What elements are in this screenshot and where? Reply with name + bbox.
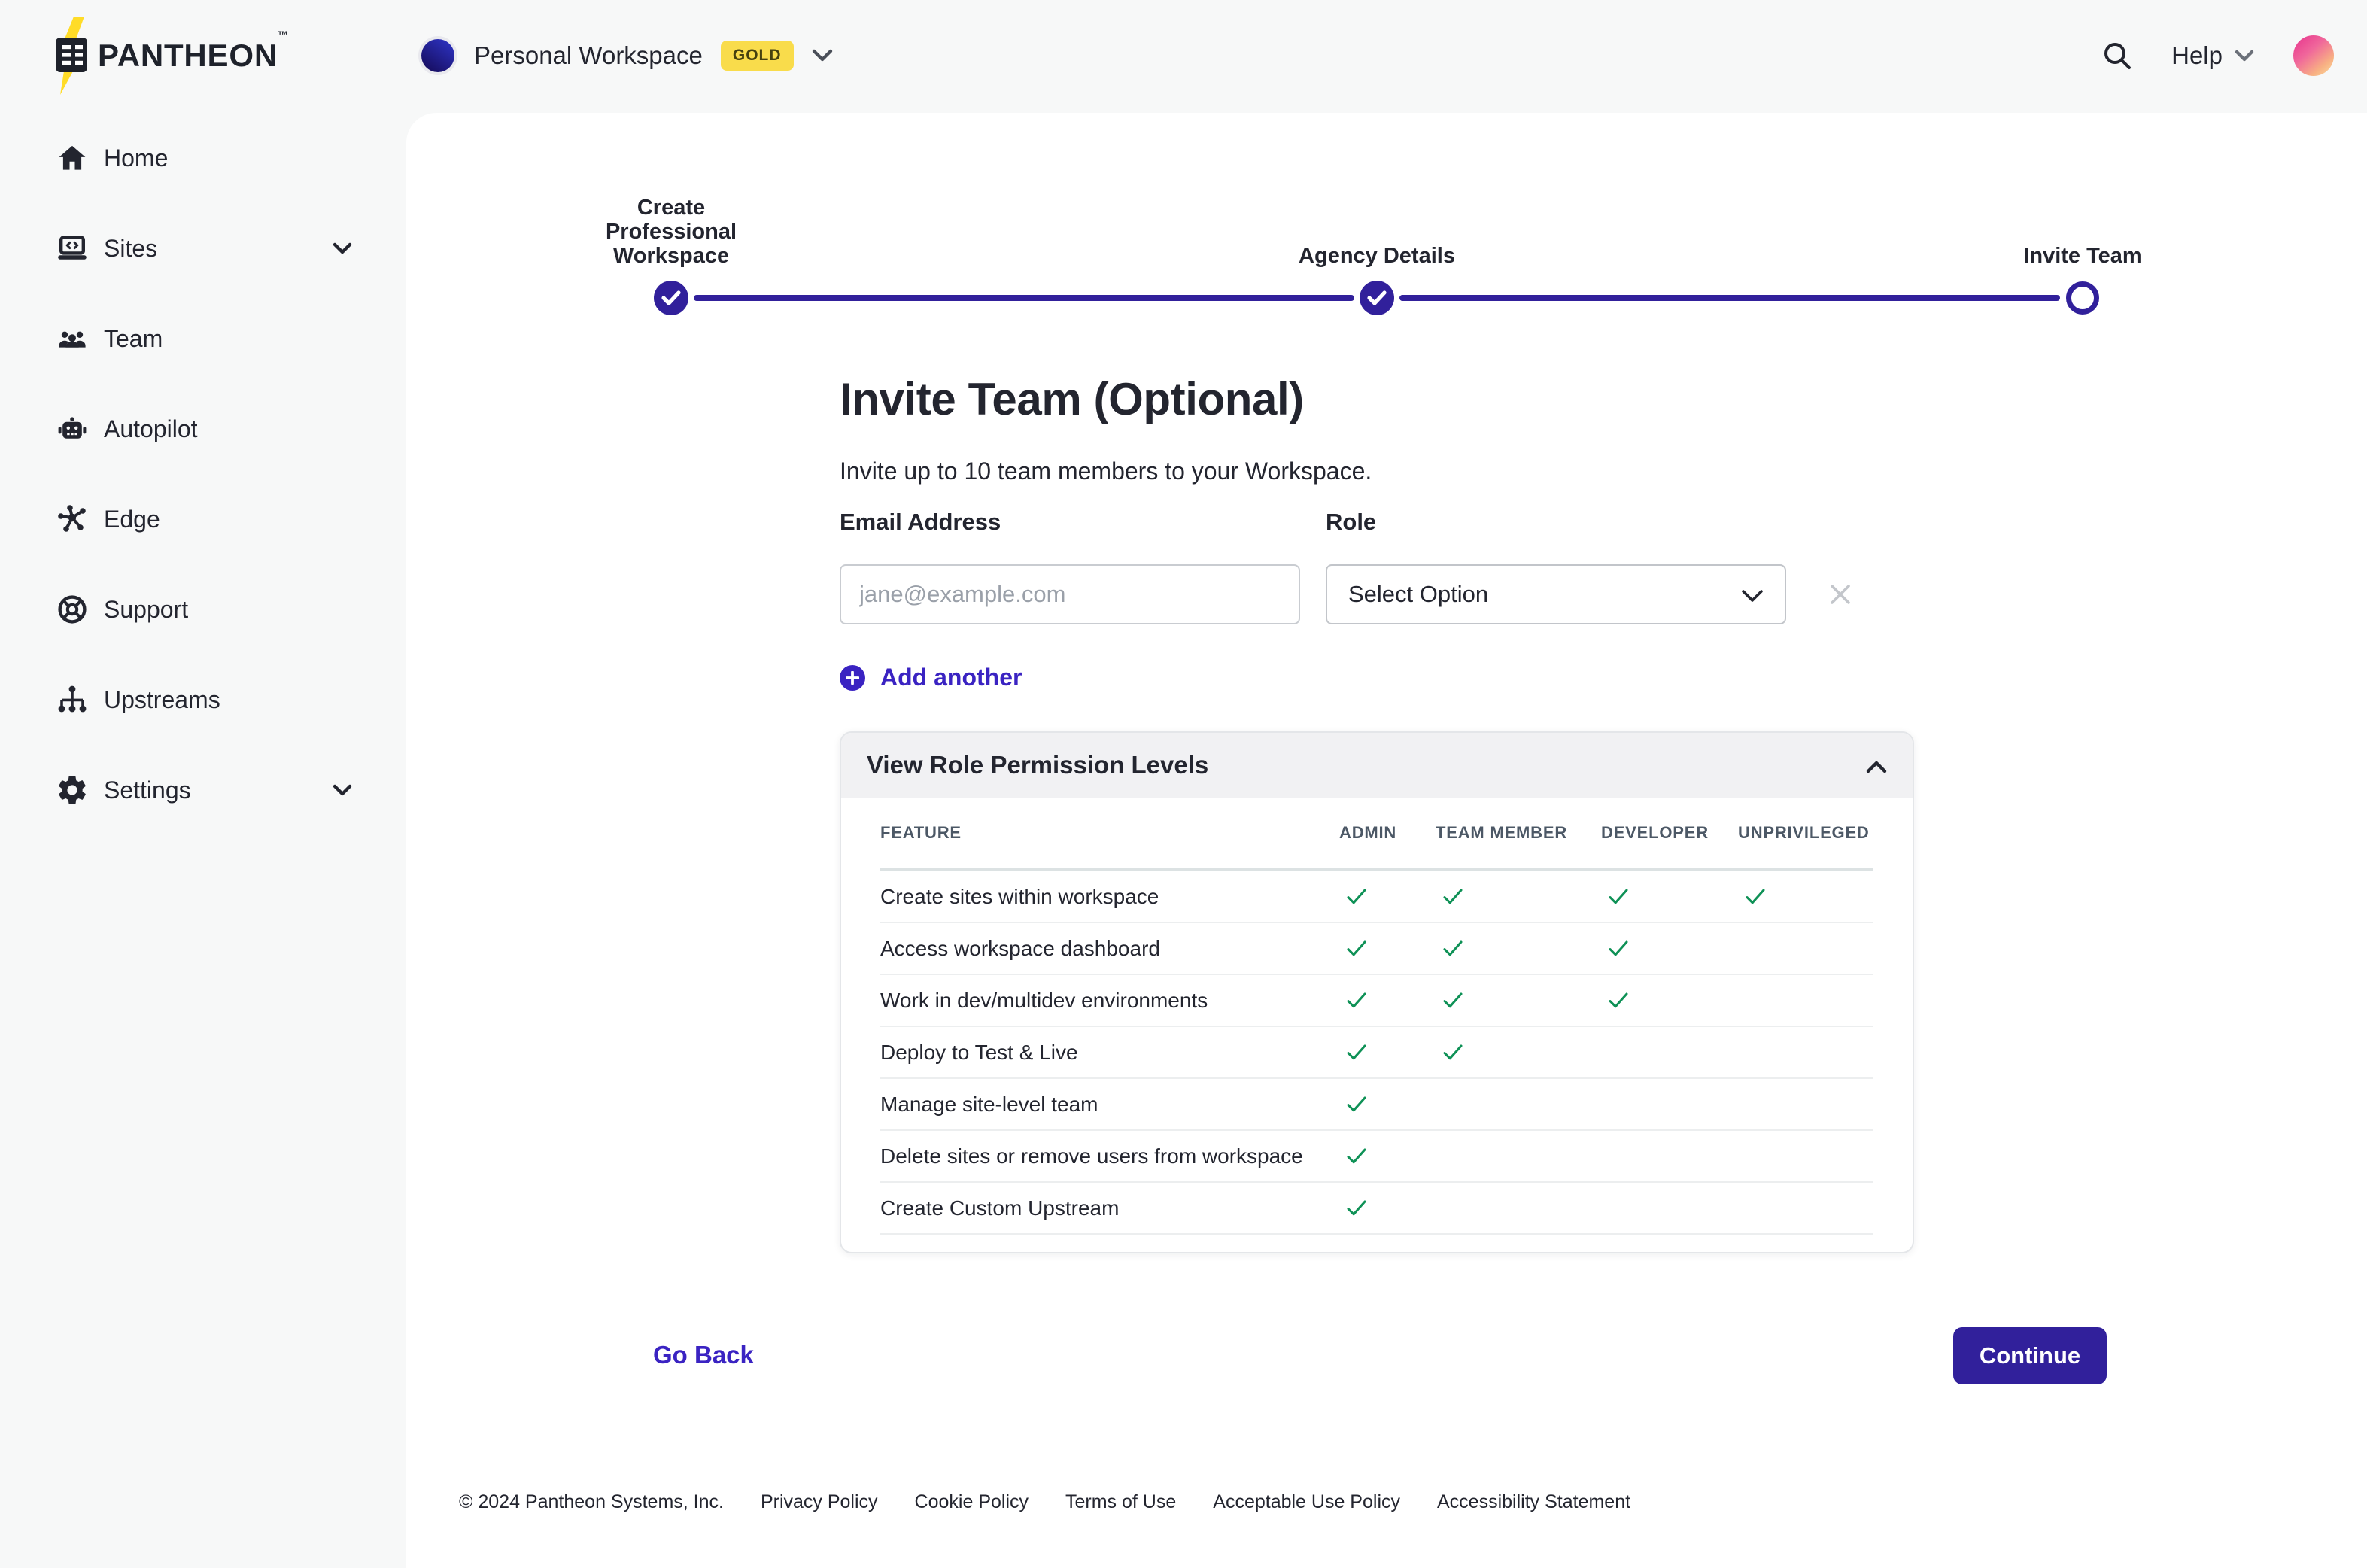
- footer-link-acceptable-use-policy[interactable]: Acceptable Use Policy: [1213, 1491, 1400, 1513]
- workspace-name: Personal Workspace: [474, 41, 703, 70]
- sidebar-item-team[interactable]: Team: [0, 293, 406, 384]
- step-1-complete-icon: [654, 281, 688, 315]
- pantheon-logo[interactable]: PANTHEON™: [50, 17, 289, 95]
- check-icon: [1436, 940, 1601, 957]
- step-label-agency-details: Agency Details: [1226, 244, 1527, 268]
- check-icon: [1339, 940, 1436, 957]
- continue-button[interactable]: Continue: [1953, 1327, 2107, 1384]
- sidebar-item-home[interactable]: Home: [0, 113, 406, 203]
- page-subtitle: Invite up to 10 team members to your Wor…: [840, 457, 1372, 485]
- check-icon: [1436, 1044, 1601, 1061]
- sidebar-item-autopilot[interactable]: Autopilot: [0, 384, 406, 474]
- edge-network-icon: [54, 501, 90, 537]
- step-label-invite-team: Invite Team: [1932, 244, 2233, 268]
- autopilot-robot-icon: [54, 411, 90, 447]
- team-icon: [54, 321, 90, 357]
- check-icon: [1738, 889, 1873, 905]
- step-2-complete-icon: [1360, 281, 1394, 315]
- sidebar-item-sites[interactable]: Sites: [0, 203, 406, 293]
- remove-row-icon[interactable]: [1822, 576, 1858, 612]
- check-icon: [1339, 1200, 1436, 1217]
- chevron-down-icon: [333, 242, 352, 254]
- workspace-tier-badge: GOLD: [721, 41, 794, 71]
- table-row: Manage site-level team: [880, 1079, 1873, 1131]
- chevron-down-icon: [2235, 50, 2254, 62]
- check-icon: [1436, 889, 1601, 905]
- stepper-line: [1399, 295, 2060, 301]
- permissions-header-row: FEATURE ADMIN TEAM MEMBER DEVELOPER UNPR…: [880, 798, 1873, 871]
- go-back-link[interactable]: Go Back: [653, 1341, 754, 1369]
- step-label-create-workspace: Create Professional Workspace: [593, 196, 749, 268]
- check-icon: [1436, 992, 1601, 1009]
- check-icon: [1339, 1044, 1436, 1061]
- sidebar: Home Sites: [0, 113, 406, 1568]
- plus-icon: [840, 665, 865, 691]
- gear-icon: [54, 772, 90, 808]
- role-label: Role: [1326, 509, 1376, 536]
- copyright-text: © 2024 Pantheon Systems, Inc.: [459, 1491, 724, 1513]
- add-another-button[interactable]: Add another: [840, 664, 1022, 691]
- workspace-switcher[interactable]: Personal Workspace GOLD: [421, 23, 833, 89]
- chevron-down-icon: [1741, 581, 1764, 609]
- check-icon: [1339, 1148, 1436, 1165]
- workspace-avatar: [421, 39, 454, 72]
- role-select-value: Select Option: [1348, 581, 1741, 608]
- sidebar-item-upstreams[interactable]: Upstreams: [0, 655, 406, 745]
- check-icon: [1601, 940, 1738, 957]
- page-title: Invite Team (Optional): [840, 373, 1304, 425]
- help-menu[interactable]: Help: [2171, 41, 2254, 70]
- role-permissions-card: View Role Permission Levels FEATURE ADMI…: [840, 731, 1914, 1253]
- support-lifebuoy-icon: [54, 591, 90, 628]
- main-content: Create Professional Workspace Agency Det…: [406, 113, 2367, 1568]
- sidebar-item-settings[interactable]: Settings: [0, 745, 406, 835]
- check-icon: [1339, 1096, 1436, 1113]
- sidebar-item-edge[interactable]: Edge: [0, 474, 406, 564]
- footer-link-privacy-policy[interactable]: Privacy Policy: [761, 1491, 878, 1513]
- check-icon: [1339, 889, 1436, 905]
- email-label: Email Address: [840, 509, 1001, 536]
- footer-link-cookie-policy[interactable]: Cookie Policy: [915, 1491, 1029, 1513]
- table-row: Deploy to Test & Live: [880, 1027, 1873, 1079]
- table-row: Work in dev/multidev environments: [880, 975, 1873, 1027]
- footer-link-accessibility-statement[interactable]: Accessibility Statement: [1437, 1491, 1630, 1513]
- stepper-line: [694, 295, 1354, 301]
- search-icon[interactable]: [2090, 29, 2144, 83]
- check-icon: [1601, 992, 1738, 1009]
- role-permissions-accordion-toggle[interactable]: View Role Permission Levels: [841, 733, 1913, 798]
- chevron-up-icon: [1866, 752, 1887, 779]
- sidebar-item-support[interactable]: Support: [0, 564, 406, 655]
- table-row: Access workspace dashboard: [880, 923, 1873, 975]
- pantheon-bolt-icon: [50, 17, 95, 95]
- upstreams-sitemap-icon: [54, 682, 90, 718]
- sites-icon: [54, 230, 90, 266]
- footer-link-terms-of-use[interactable]: Terms of Use: [1065, 1491, 1176, 1513]
- footer: © 2024 Pantheon Systems, Inc. Privacy Po…: [459, 1491, 1630, 1513]
- app-root: PANTHEON™ Personal Workspace GOLD Help: [0, 0, 2367, 1568]
- chevron-down-icon: [333, 784, 352, 796]
- logo-wordmark: PANTHEON™: [98, 38, 289, 74]
- check-icon: [1339, 992, 1436, 1009]
- user-avatar[interactable]: [2293, 35, 2334, 76]
- help-label: Help: [2171, 41, 2223, 70]
- email-field[interactable]: [840, 564, 1300, 624]
- check-icon: [1601, 889, 1738, 905]
- table-row: Create Custom Upstream: [880, 1183, 1873, 1235]
- chevron-down-icon: [812, 49, 833, 62]
- step-3-pending-icon: [2066, 281, 2099, 315]
- table-row: Delete sites or remove users from worksp…: [880, 1131, 1873, 1183]
- home-icon: [54, 140, 90, 176]
- table-row: Create sites within workspace: [880, 871, 1873, 923]
- role-select[interactable]: Select Option: [1326, 564, 1786, 624]
